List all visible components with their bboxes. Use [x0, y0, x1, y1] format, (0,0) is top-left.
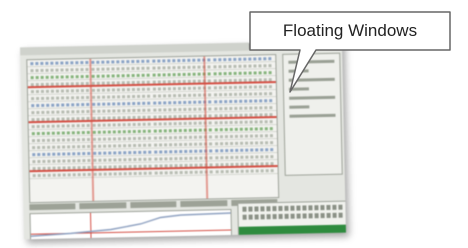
summary-row	[242, 212, 345, 220]
floating-window-panel[interactable]	[282, 52, 343, 176]
summary-window[interactable]	[237, 200, 346, 237]
tab[interactable]	[180, 200, 228, 208]
panel-line	[288, 69, 309, 73]
tab[interactable]	[79, 202, 127, 210]
callout-label: Floating Windows	[282, 21, 418, 40]
data-grid-window	[26, 54, 280, 204]
summary-row	[242, 204, 345, 212]
panel-line	[289, 113, 336, 118]
panel-line	[288, 59, 335, 64]
status-bar	[238, 224, 346, 236]
panel-line	[289, 95, 336, 100]
chart-marker-line	[90, 212, 92, 239]
panel-line	[288, 87, 309, 91]
panel-line	[288, 77, 335, 82]
tab[interactable]	[130, 201, 177, 209]
chart-canvas	[30, 212, 231, 239]
panel-line	[289, 105, 310, 109]
screenshot-thumbnail	[20, 40, 346, 240]
chart-line	[30, 212, 231, 237]
tab[interactable]	[29, 203, 76, 211]
chart-window	[29, 209, 233, 240]
